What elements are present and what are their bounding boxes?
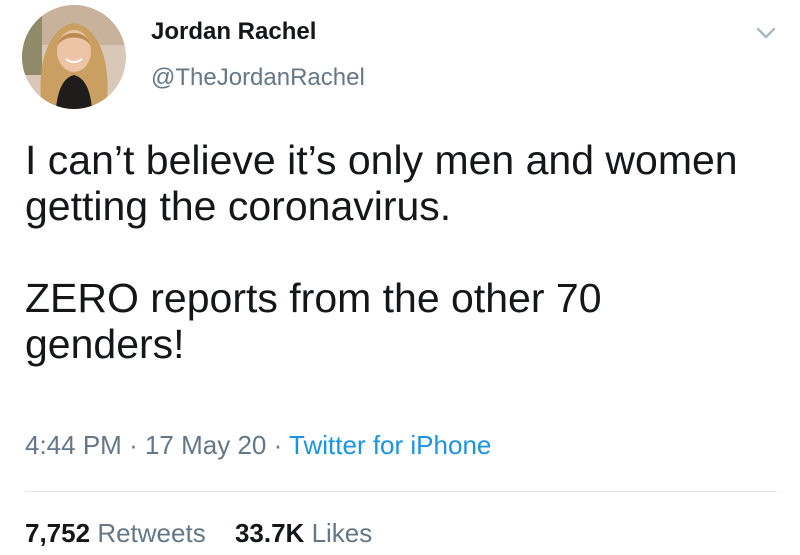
retweets-stat[interactable]: 7,752 Retweets [25,518,206,548]
tweet-paragraph: I can’t believe it’s only men and women … [25,137,738,229]
tweet-text: I can’t believe it’s only men and women … [25,137,765,367]
meta-separator: · [129,430,138,460]
likes-count: 33.7K [234,518,305,548]
retweets-label: Retweets [97,518,206,548]
author-display-name[interactable]: Jordan Rachel [151,18,316,46]
divider [25,491,777,492]
tweet-date[interactable]: 17 May 20 [145,430,266,460]
retweets-count: 7,752 [25,518,91,548]
meta-separator: · [273,430,283,460]
tweet-time[interactable]: 4:44 PM [25,430,122,460]
tweet-source-link[interactable]: Twitter for iPhone [289,430,491,460]
chevron-down-icon[interactable] [753,20,779,46]
avatar[interactable] [22,5,126,109]
likes-stat[interactable]: 33.7K Likes [235,518,372,548]
tweet-paragraph: ZERO reports from the other 70 genders! [25,275,602,367]
likes-label: Likes [311,518,373,548]
avatar-photo [22,5,126,109]
author-handle[interactable]: @TheJordanRachel [151,64,365,92]
tweet-metadata: 4:44 PM · 17 May 20 · Twitter for iPhone [25,430,491,461]
tweet-stats: 7,752 Retweets 33.7K Likes [25,518,372,549]
tweet-card: Jordan Rachel @TheJordanRachel I can’t b… [0,0,800,555]
